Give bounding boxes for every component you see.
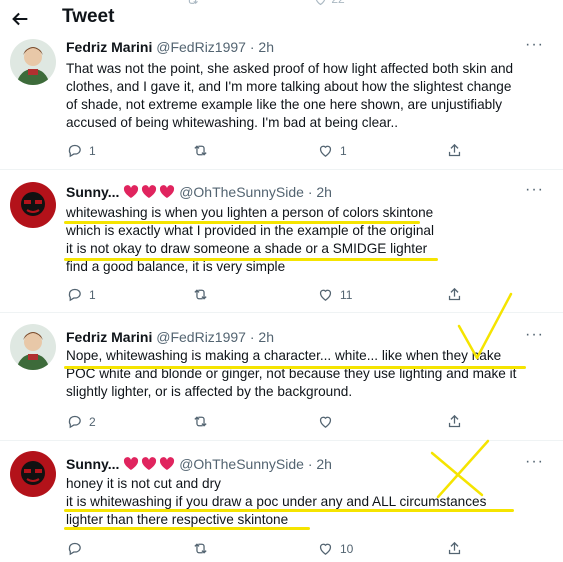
reply-button[interactable]: 1 (66, 286, 96, 306)
avatar[interactable] (10, 451, 56, 497)
share-icon (448, 541, 461, 555)
heart-emojis (123, 185, 175, 202)
tweet-header: Sunny... @OhTheSunnySide · 2h (66, 184, 332, 202)
retweet-button[interactable] (192, 540, 209, 560)
tweet-header: Sunny... @OhTheSunnySide · 2h (66, 456, 332, 474)
retweet-icon (194, 416, 207, 427)
like-count: 1 (340, 143, 347, 158)
tweet-text: Nope, whitewashing is making a character… (66, 347, 556, 401)
display-name[interactable]: Sunny... (66, 184, 119, 200)
tweet-4[interactable]: Sunny... @OhTheSunnySide · 2h ··· honey … (0, 441, 563, 556)
like-icon (319, 543, 332, 555)
like-icon (319, 145, 332, 157)
tweet-2[interactable]: Sunny... @OhTheSunnySide · 2h ··· whitew… (0, 170, 563, 312)
reply-count: 1 (89, 143, 96, 158)
timestamp[interactable]: 2h (258, 329, 274, 345)
highlight-underline (64, 221, 420, 224)
share-button[interactable] (446, 413, 463, 433)
tweet-header: Fedriz Marini @FedRiz1997 · 2h (66, 329, 274, 345)
tweet-actions: 10 (60, 540, 480, 562)
reply-button[interactable]: 2 (66, 413, 96, 433)
share-icon (448, 287, 461, 301)
retweet-button[interactable] (192, 142, 209, 162)
handle[interactable]: @OhTheSunnySide (179, 184, 304, 200)
highlight-underline (64, 258, 438, 261)
highlight-underline (64, 366, 526, 369)
like-button[interactable]: 1 (317, 142, 347, 162)
reply-icon (68, 288, 81, 302)
handle[interactable]: @OhTheSunnySide (179, 456, 304, 472)
tweet-line: accused of being whitewashing. I'm bad a… (66, 115, 399, 130)
tweet-text: That was not the point, she asked proof … (66, 60, 556, 132)
tweet-text: whitewashing is when you lighten a perso… (66, 204, 556, 276)
more-options-icon[interactable]: ··· (525, 181, 544, 199)
more-options-icon[interactable]: ··· (525, 453, 544, 471)
like-button[interactable]: 11 (317, 286, 352, 306)
handle[interactable]: @FedRiz1997 (156, 329, 246, 345)
avatar[interactable] (10, 182, 56, 228)
like-button[interactable]: 10 (317, 540, 353, 560)
highlight-underline (64, 527, 310, 530)
share-button[interactable] (446, 286, 463, 306)
retweet-button[interactable] (192, 413, 209, 433)
timestamp[interactable]: 2h (258, 39, 274, 55)
timestamp[interactable]: 2h (316, 456, 332, 472)
avatar[interactable] (10, 39, 56, 85)
timestamp[interactable]: 2h (316, 184, 332, 200)
share-button[interactable] (446, 540, 463, 560)
tweet-line: slightly lighter, or is affected by the … (66, 384, 353, 399)
tweet-line: whitewashing is when you lighten a perso… (66, 205, 434, 220)
like-count: 22 (331, 0, 344, 6)
like-icon[interactable]: 22 (313, 0, 345, 7)
tweet-actions: 2 (60, 413, 480, 435)
retweet-icon[interactable] (185, 0, 200, 7)
tweet-1[interactable]: Fedriz Marini @FedRiz1997 · 2h ··· That … (0, 30, 563, 170)
like-button[interactable] (317, 413, 340, 433)
heart-emojis (123, 457, 175, 474)
share-button[interactable] (446, 142, 463, 162)
back-arrow-icon[interactable] (9, 8, 31, 30)
reply-button[interactable]: 1 (66, 142, 96, 162)
tweet-line: it is not okay to draw someone a shade o… (66, 241, 428, 256)
reply-count: 1 (89, 287, 96, 302)
reply-button[interactable] (66, 540, 89, 560)
tweet-line: of shade, not extreme example like the o… (66, 97, 503, 112)
like-icon (319, 416, 332, 428)
handle[interactable]: @FedRiz1997 (156, 39, 246, 55)
like-icon (319, 289, 332, 301)
share-icon (448, 143, 461, 157)
reply-icon (68, 542, 81, 556)
tweet-line: Nope, whitewashing is making a character… (66, 348, 502, 363)
tweet-3[interactable]: Fedriz Marini @FedRiz1997 · 2h ··· Nope,… (0, 313, 563, 441)
highlight-underline (64, 509, 514, 512)
tweet-line: which is exactly what I provided in the … (66, 223, 434, 238)
retweet-button[interactable] (192, 286, 209, 306)
share-icon (448, 414, 461, 428)
tweet-header: Fedriz Marini @FedRiz1997 · 2h (66, 39, 274, 55)
tweet-line: That was not the point, she asked proof … (66, 61, 514, 76)
avatar[interactable] (10, 324, 56, 370)
retweet-icon (194, 145, 207, 156)
tweet-line: clothes, and I gave it, and I'm more tal… (66, 79, 512, 94)
reply-count: 2 (89, 414, 96, 429)
display-name[interactable]: Sunny... (66, 456, 119, 472)
tweet-line: honey it is not cut and dry (66, 476, 221, 491)
like-count: 11 (340, 287, 353, 302)
reply-icon (68, 415, 81, 429)
retweet-icon (194, 543, 207, 554)
tweet-actions: 1 11 (60, 286, 480, 308)
tweet-actions: 1 1 (60, 142, 480, 164)
reply-icon (68, 144, 81, 158)
tweet-text: honey it is not cut and dry it is whitew… (66, 475, 556, 529)
more-options-icon[interactable]: ··· (525, 326, 544, 344)
retweet-icon (194, 289, 207, 300)
display-name[interactable]: Fedriz Marini (66, 329, 152, 345)
more-options-icon[interactable]: ··· (525, 36, 544, 54)
display-name[interactable]: Fedriz Marini (66, 39, 152, 55)
like-count: 10 (340, 541, 354, 556)
previous-tweet-actions: 22 (0, 0, 563, 10)
